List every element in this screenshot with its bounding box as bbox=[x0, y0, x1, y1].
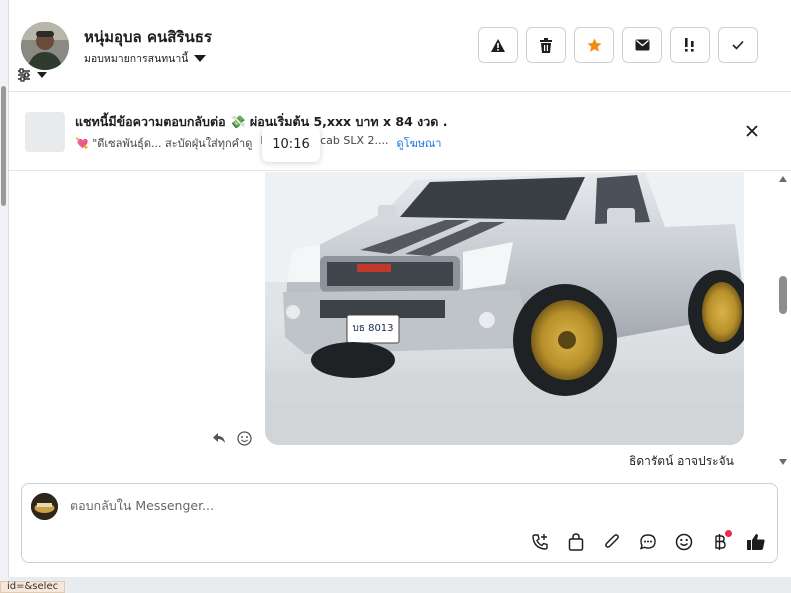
view-ad-link[interactable]: ดูโฆษณา bbox=[397, 134, 442, 152]
chevron-down-icon bbox=[194, 55, 207, 62]
assign-conversation-dropdown[interactable]: มอบหมายการสนทนานี้ bbox=[84, 50, 207, 67]
star-button[interactable] bbox=[574, 27, 614, 63]
sliders-icon bbox=[18, 68, 30, 82]
notification-dot bbox=[725, 530, 732, 537]
mark-done-button[interactable] bbox=[718, 27, 758, 63]
shopping-bag-icon bbox=[568, 533, 584, 551]
call-button[interactable] bbox=[527, 530, 553, 554]
warning-icon bbox=[491, 38, 505, 52]
emoji-button[interactable] bbox=[671, 530, 697, 554]
inbox-conversation-pane: หนุ่มอุบล คนสิรินธร มอบหมายการสนทนานี้ แ… bbox=[8, 0, 791, 577]
contact-avatar[interactable] bbox=[21, 22, 69, 70]
smile-icon bbox=[236, 430, 252, 446]
reply-icon bbox=[213, 433, 225, 443]
conversation-actions bbox=[478, 27, 758, 63]
follow-up-button[interactable] bbox=[670, 27, 710, 63]
saved-replies-button[interactable] bbox=[635, 530, 661, 554]
close-icon bbox=[746, 125, 758, 137]
message-thread: บธ 8013 ธิดารัตน์ อาจประจัน bbox=[9, 172, 791, 472]
license-plate-text: บธ 8013 bbox=[352, 323, 393, 334]
send-like-button[interactable] bbox=[743, 530, 769, 554]
shop-button[interactable] bbox=[563, 530, 589, 554]
message-hover-tools bbox=[211, 430, 252, 446]
exclamation-icon bbox=[685, 38, 694, 52]
scroll-thumb[interactable] bbox=[779, 276, 787, 314]
delete-button[interactable] bbox=[526, 27, 566, 63]
assign-label: มอบหมายการสนทนานี้ bbox=[84, 53, 189, 65]
trash-icon bbox=[540, 37, 552, 53]
phone-plus-icon bbox=[532, 534, 548, 550]
scroll-down-arrow-icon[interactable] bbox=[779, 459, 787, 465]
ad-thumbnail bbox=[25, 112, 65, 152]
filter-settings-button[interactable] bbox=[17, 66, 57, 84]
status-url-tooltip: id=&selec bbox=[0, 581, 66, 593]
mark-unread-button[interactable] bbox=[622, 27, 662, 63]
attach-file-button[interactable] bbox=[599, 530, 625, 554]
emoji-icon bbox=[675, 533, 693, 551]
reply-input[interactable] bbox=[70, 498, 760, 513]
close-banner-button[interactable] bbox=[745, 122, 759, 143]
sender-name: ธิดารัตน์ อาจประจัน bbox=[629, 454, 734, 468]
left-scroll-thumb[interactable] bbox=[1, 86, 6, 206]
ad-subtitle-prefix: 💘 "ดีเซลพันธุ์ด... สะบัดฝุ่นใส่ทุกคำดู bbox=[75, 137, 253, 150]
scroll-up-arrow-icon[interactable] bbox=[779, 176, 787, 182]
timestamp-tooltip: 10:16 bbox=[262, 126, 320, 162]
paperclip-icon bbox=[605, 534, 619, 548]
chevron-down-icon bbox=[37, 72, 47, 78]
payment-button[interactable] bbox=[707, 530, 733, 554]
thread-scrollbar[interactable] bbox=[776, 172, 790, 472]
ad-subtitle: 💘 "ดีเซลพันธุ์ด... สะบัดฝุ่นใส่ทุกคำดู M… bbox=[75, 134, 441, 152]
left-scroll-strip[interactable] bbox=[0, 0, 8, 591]
check-icon bbox=[732, 40, 744, 50]
reply-button[interactable] bbox=[211, 430, 227, 446]
ad-title: แชทนี้มีข้อความตอบกลับต่อ 💸 ผ่อนเริ่มต้น… bbox=[75, 114, 448, 129]
ad-context-banner: แชทนี้มีข้อความตอบกลับต่อ 💸 ผ่อนเริ่มต้น… bbox=[9, 91, 791, 171]
report-spam-button[interactable] bbox=[478, 27, 518, 63]
thumbs-up-icon bbox=[747, 534, 765, 550]
chat-bubble-icon bbox=[639, 534, 656, 550]
contact-name[interactable]: หนุ่มอุบล คนสิรินธร bbox=[84, 25, 212, 49]
car-photo-attachment[interactable]: บธ 8013 bbox=[265, 172, 744, 445]
star-icon bbox=[587, 38, 601, 52]
composer-toolbar bbox=[527, 530, 769, 554]
page-avatar bbox=[31, 493, 58, 520]
react-button[interactable] bbox=[236, 430, 252, 446]
conversation-header: หนุ่มอุบล คนสิรินธร มอบหมายการสนทนานี้ bbox=[9, 0, 791, 90]
envelope-icon bbox=[635, 39, 649, 51]
message-composer bbox=[21, 483, 778, 563]
